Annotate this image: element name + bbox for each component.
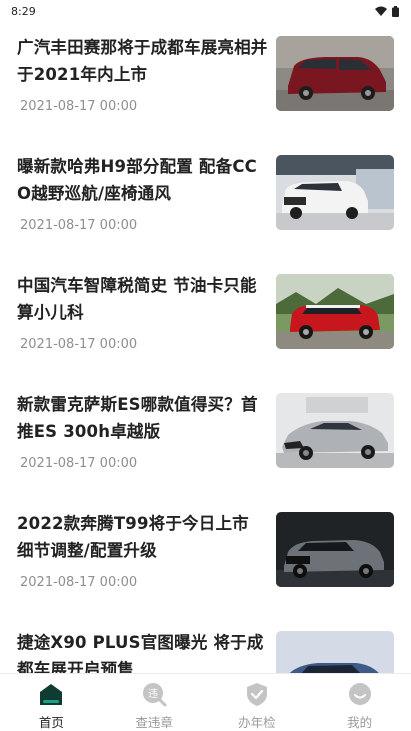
home-icon <box>40 684 63 705</box>
news-item[interactable]: 中国汽车智障税简史 节油卡只能算小儿科 2021-08-17 00:00 <box>0 260 411 379</box>
news-thumbnail[interactable] <box>276 155 394 230</box>
news-item[interactable]: 广汽丰田赛那将于成都车展亮相并于2021年内上市 2021-08-17 00:0… <box>0 22 411 141</box>
tab-label: 首页 <box>38 715 64 730</box>
news-thumbnail[interactable] <box>276 393 394 468</box>
news-thumbnail[interactable] <box>276 274 394 349</box>
tab-home[interactable]: 首页 <box>0 674 103 731</box>
news-thumbnail[interactable] <box>276 512 394 587</box>
news-item[interactable]: 曝新款哈弗H9部分配置 配备CCO越野巡航/座椅通风 2021-08-17 00… <box>0 141 411 260</box>
gray-suv-image <box>276 512 394 587</box>
news-item[interactable]: 捷途X90 PLUS官图曝光 将于成都车展开启预售 <box>0 617 411 673</box>
news-title[interactable]: 2022款奔腾T99将于今日上市 细节调整/配置升级 <box>17 510 269 564</box>
news-title[interactable]: 新款雷克萨斯ES哪款值得买？首推ES 300h卓越版 <box>17 391 269 445</box>
silver-sedan-image <box>276 393 394 468</box>
status-bar: 8:29 <box>0 0 411 22</box>
tab-annual-inspection[interactable]: 办年检 <box>206 674 309 731</box>
profile-icon <box>348 683 371 705</box>
news-title[interactable]: 中国汽车智障税简史 节油卡只能算小儿科 <box>17 272 269 326</box>
status-icons <box>375 5 399 17</box>
tab-label: 办年检 <box>238 715 276 730</box>
battery-icon <box>392 5 399 17</box>
blue-suv-image <box>276 631 394 673</box>
bottom-tab-bar: 首页 违 查违章 办年检 我的 <box>0 673 411 731</box>
tab-label: 我的 <box>347 715 373 730</box>
news-title[interactable]: 曝新款哈弗H9部分配置 配备CCO越野巡航/座椅通风 <box>17 153 269 207</box>
tab-label: 查违章 <box>135 715 173 730</box>
svg-text:违: 违 <box>148 688 158 700</box>
wifi-icon <box>375 6 387 16</box>
news-title[interactable]: 捷途X90 PLUS官图曝光 将于成都车展开启预售 <box>17 629 269 673</box>
violation-search-icon: 违 <box>143 683 167 707</box>
news-feed[interactable]: 广汽丰田赛那将于成都车展亮相并于2021年内上市 2021-08-17 00:0… <box>0 22 411 673</box>
news-thumbnail[interactable] <box>276 631 394 673</box>
news-item[interactable]: 新款雷克萨斯ES哪款值得买？首推ES 300h卓越版 2021-08-17 00… <box>0 379 411 498</box>
status-time: 8:29 <box>11 4 36 18</box>
inspection-shield-icon <box>246 683 267 706</box>
news-date: 2021-08-17 00:00 <box>20 337 138 352</box>
news-thumbnail[interactable] <box>276 36 394 111</box>
white-suv-image <box>276 155 394 230</box>
news-title[interactable]: 广汽丰田赛那将于成都车展亮相并于2021年内上市 <box>17 34 269 88</box>
red-mini-car-image <box>276 274 394 349</box>
tab-violation-search[interactable]: 违 查违章 <box>103 674 206 731</box>
news-item[interactable]: 2022款奔腾T99将于今日上市 细节调整/配置升级 2021-08-17 00… <box>0 498 411 617</box>
news-date: 2021-08-17 00:00 <box>20 218 138 233</box>
news-date: 2021-08-17 00:00 <box>20 456 138 471</box>
tab-profile[interactable]: 我的 <box>308 674 411 731</box>
news-date: 2021-08-17 00:00 <box>20 99 138 114</box>
news-date: 2021-08-17 00:00 <box>20 575 138 590</box>
red-minivan-image <box>276 36 394 111</box>
